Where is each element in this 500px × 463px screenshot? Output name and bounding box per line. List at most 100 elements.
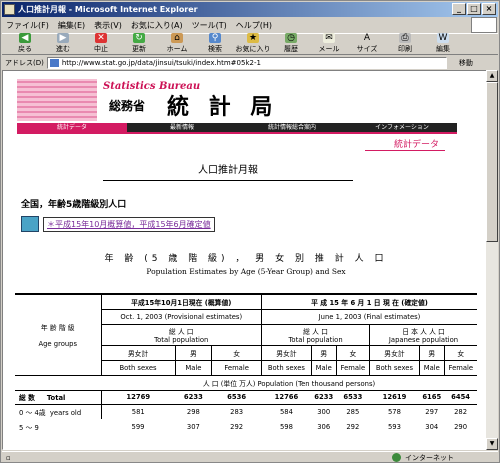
col-header-en: Both sexes [261,359,312,376]
col-header-en: Female [443,359,477,376]
menu-bar: ファイル(F) 編集(E) 表示(V) お気に入り(A) ツール(T) ヘルプ(… [2,18,498,32]
scroll-down-icon[interactable]: ▼ [486,438,498,450]
table-row: 5 〜 9 599 307 292 598 306 292 593 304 290 [19,422,468,432]
bureau-name: 統 計 局 [167,94,279,120]
jun-japanese-pop: 日 本 人 人 口 Japanese population [369,323,477,346]
col-header-en: Male [310,359,337,376]
nav-divider [17,132,457,134]
col-header: 男 [310,344,337,361]
nav-latest-info[interactable]: 最新情報 [127,123,237,132]
search-icon: ⚲ [209,33,221,43]
history-icon: ◷ [285,33,297,43]
stop-button[interactable]: ✕ 中止 [82,32,120,54]
menu-edit[interactable]: 編集(E) [58,20,85,31]
excel-link-text[interactable]: ＊平成15年10月概算値，平成15年6月確定値 [43,216,215,232]
menu-favorites[interactable]: お気に入り(A) [131,20,183,31]
maximize-button[interactable]: □ [467,3,481,15]
forward-arrow-icon: ▶ [57,33,69,43]
section-label: 統計データ [365,137,445,151]
favorites-button[interactable]: ★ お気に入り [234,32,272,54]
oct-header: 平成15年10月1日現在 (概算値) [100,293,263,310]
col-header: 男 [174,344,213,361]
address-label: アドレス(D) [5,58,44,67]
status-bar: ▫ インターネット [2,451,498,463]
mail-icon: ✉ [323,33,335,43]
menu-file[interactable]: ファイル(F) [6,20,49,31]
col-header: 女 [443,344,477,361]
col-header-en: Both sexes [100,359,176,376]
scroll-thumb[interactable] [486,82,498,242]
table-row: 総 数 Total 12769 6233 6536 12766 6233 6533 12… [15,389,477,405]
col-header-en: Male [174,359,213,376]
history-button[interactable]: ◷ 履歴 [272,32,310,54]
menu-view[interactable]: 表示(V) [94,20,122,31]
edit-icon: W [437,33,449,43]
table-title-jp: 年 齢 (5 歳 階 級) ， 男 女 別 推 計 人 口 [104,254,388,264]
address-input[interactable]: http://www.stat.go.jp/data/jinsui/tsuki/… [46,56,447,69]
table-title-en: Population Estimates by Age (5-Year Grou… [146,267,346,276]
excel-file-icon [21,216,39,232]
age-group-header: 年 齢 階 級 Age groups [15,293,102,376]
minimize-button[interactable]: _ [452,3,466,15]
stop-icon: ✕ [95,33,107,43]
windows-logo-icon [471,17,497,33]
jun-header-en: June 1, 2003 (Final estimates) [261,308,477,325]
menu-help[interactable]: ヘルプ(H) [236,20,272,31]
print-button[interactable]: ⎙ 印刷 [386,32,424,54]
unit-row: 人 口 (単位 万人) Population (Ten thousand per… [101,374,477,391]
table-row: 0 〜 4歳 years old 581 298 283 584 300 285 578… [15,404,477,419]
col-header-en: Female [211,359,263,376]
favorites-icon: ★ [247,33,259,43]
refresh-button[interactable]: ↻ 更新 [120,32,158,54]
search-button[interactable]: ⚲ 検索 [196,32,234,54]
page-title: 人口推計月報 [103,161,353,181]
oct-total-pop: 総 人 口 Total population [100,323,263,346]
internet-zone-icon [392,453,401,462]
go-button[interactable]: 移動 [459,58,473,68]
font-size-button[interactable]: A サイズ [348,32,386,54]
title-bar: 人口推計月報 - Microsoft Internet Explorer _ □… [2,2,498,17]
home-icon: ⌂ [171,33,183,43]
nav-statistics-guide[interactable]: 統計情報総合案内 [237,123,347,132]
refresh-icon: ↻ [133,33,145,43]
nav-information[interactable]: インフォメーション [347,123,457,132]
page-viewport: Statistics Bureau 総務省 統 計 局 統計データ 最新情報 統… [2,70,488,450]
print-icon: ⎙ [399,33,411,43]
close-button[interactable]: × [482,3,496,15]
excel-download-link[interactable]: ＊平成15年10月概算値，平成15年6月確定値 [21,216,215,232]
page-icon: ▫ [6,453,11,462]
toolbar: ◀ 戻る ▶ 進む ✕ 中止 ↻ 更新 ⌂ ホーム ⚲ 検索 ★ お気に入り ◷ 履歴 ✉ メール… [2,33,498,55]
col-header: 女 [335,344,371,361]
ie-page-icon [4,4,15,15]
building-image [17,79,97,121]
col-header-en: Female [335,359,371,376]
col-header: 男女計 [100,344,176,361]
browser-window: 人口推計月報 - Microsoft Internet Explorer _ □… [0,0,500,463]
window-title: 人口推計月報 - Microsoft Internet Explorer [18,5,198,14]
scroll-up-icon[interactable]: ▲ [486,70,498,82]
menu-tools[interactable]: ツール(T) [192,20,227,31]
vertical-scrollbar[interactable]: ▲ ▼ [486,70,498,450]
back-arrow-icon: ◀ [19,33,31,43]
col-header: 男女計 [261,344,312,361]
col-header: 男女計 [369,344,420,361]
forward-button[interactable]: ▶ 進む [44,32,82,54]
col-header: 男 [418,344,445,361]
font-size-icon: A [363,33,371,43]
back-button[interactable]: ◀ 戻る [6,32,44,54]
oct-header-en: Oct. 1, 2003 (Provisional estimates) [100,308,263,325]
page-subtitle: 全国，年齢5歳階級別人口 [21,200,127,210]
col-header-en: Male [418,359,445,376]
home-button[interactable]: ⌂ ホーム [158,32,196,54]
nav-statistics-data[interactable]: 統計データ [17,123,127,132]
site-banner: Statistics Bureau 総務省 統 計 局 [17,79,457,121]
population-table: 年 齢 階 級 Age groups 平成15年10月1日現在 (概算値) 平 成… [15,293,477,434]
mail-button[interactable]: ✉ メール [310,32,348,54]
site-nav: 統計データ 最新情報 統計情報総合案内 インフォメーション [17,123,457,132]
edit-button[interactable]: W 編集 [424,32,462,54]
address-bar: アドレス(D) http://www.stat.go.jp/data/jinsu… [2,56,498,69]
jun-header: 平 成 15 年 6 月 1 日 現 在 (確定値) [261,293,477,310]
ministry-name: 総務省 [109,99,146,113]
zone-label: インターネット [405,453,454,462]
col-header-en: Both sexes [369,359,420,376]
